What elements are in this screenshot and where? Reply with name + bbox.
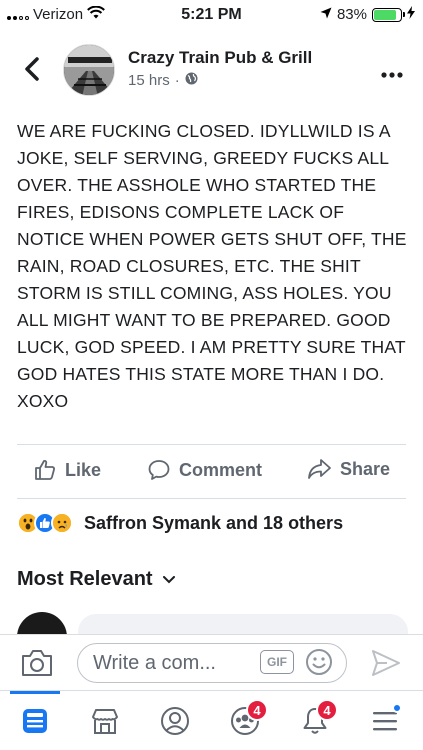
reaction-icons — [17, 512, 73, 534]
emoji-button[interactable] — [305, 648, 333, 681]
nav-profile[interactable] — [150, 701, 200, 741]
battery-fill — [374, 9, 396, 20]
globe-icon — [185, 72, 198, 89]
page-avatar[interactable] — [63, 44, 115, 96]
smiley-icon — [306, 649, 332, 675]
like-button[interactable]: Like — [33, 458, 101, 482]
status-right: 83% — [320, 6, 415, 23]
divider — [17, 444, 406, 445]
more-dots-icon — [381, 72, 403, 78]
chevron-down-icon — [162, 575, 175, 583]
news-feed-icon — [23, 709, 47, 733]
comment-preview — [0, 612, 423, 634]
back-button[interactable] — [18, 52, 46, 86]
page-name[interactable]: Crazy Train Pub & Grill — [128, 48, 312, 68]
post-meta: 15 hrs · — [128, 72, 198, 89]
share-button[interactable]: Share — [307, 458, 390, 480]
battery-percent: 83% — [336, 6, 367, 23]
reactions-summary[interactable]: Saffron Symank and 18 others — [17, 512, 343, 534]
send-button[interactable] — [371, 649, 401, 682]
post-actions: Like Comment Share — [0, 452, 423, 492]
bottom-nav: 4 4 — [0, 690, 423, 750]
comment-sort-dropdown[interactable]: Most Relevant — [17, 568, 175, 591]
notifications-badge: 4 — [316, 699, 338, 721]
sort-label: Most Relevant — [17, 568, 153, 590]
camera-button[interactable] — [20, 648, 54, 683]
reactions-text[interactable]: Saffron Symank and 18 others — [84, 513, 343, 534]
camera-icon — [22, 650, 52, 676]
post-text: WE ARE FUCKING CLOSED. IDYLLWILD IS A JO… — [17, 121, 407, 411]
sad-reaction-icon — [51, 512, 73, 534]
marketplace-icon — [92, 709, 118, 734]
like-label: Like — [65, 459, 102, 480]
comment-button[interactable]: Comment — [147, 458, 262, 482]
profile-icon — [161, 707, 189, 735]
menu-new-dot — [392, 703, 402, 713]
location-arrow-icon — [320, 6, 332, 23]
comment-bubble[interactable] — [78, 614, 408, 634]
charging-bolt-icon — [407, 6, 415, 23]
comment-bubble-icon — [148, 460, 170, 480]
gif-label: GIF — [267, 655, 287, 669]
nav-notifications[interactable]: 4 — [290, 699, 340, 741]
send-arrow-icon — [372, 650, 400, 676]
more-options-button[interactable] — [381, 58, 403, 84]
gif-button[interactable]: GIF — [260, 650, 294, 674]
commenter-avatar[interactable] — [17, 612, 67, 634]
nav-groups[interactable]: 4 — [220, 699, 270, 741]
battery-icon — [372, 7, 405, 22]
share-arrow-icon — [308, 459, 331, 479]
share-label: Share — [340, 458, 391, 479]
comment-placeholder: Write a com... — [93, 651, 216, 674]
post-time[interactable]: 15 hrs — [128, 72, 170, 89]
meta-separator: · — [174, 72, 180, 89]
chevron-left-icon — [25, 57, 39, 81]
comment-composer: Write a com... GIF — [0, 634, 423, 690]
thumbs-up-icon — [35, 460, 55, 480]
status-bar: Verizon 5:21 PM 83% — [0, 0, 423, 32]
groups-badge: 4 — [246, 699, 268, 721]
post-header: Crazy Train Pub & Grill 15 hrs · — [0, 40, 423, 104]
nav-news-feed[interactable] — [10, 691, 60, 741]
comment-label: Comment — [179, 459, 263, 480]
divider — [17, 498, 406, 499]
nav-menu[interactable] — [360, 701, 410, 741]
nav-marketplace[interactable] — [80, 701, 130, 741]
